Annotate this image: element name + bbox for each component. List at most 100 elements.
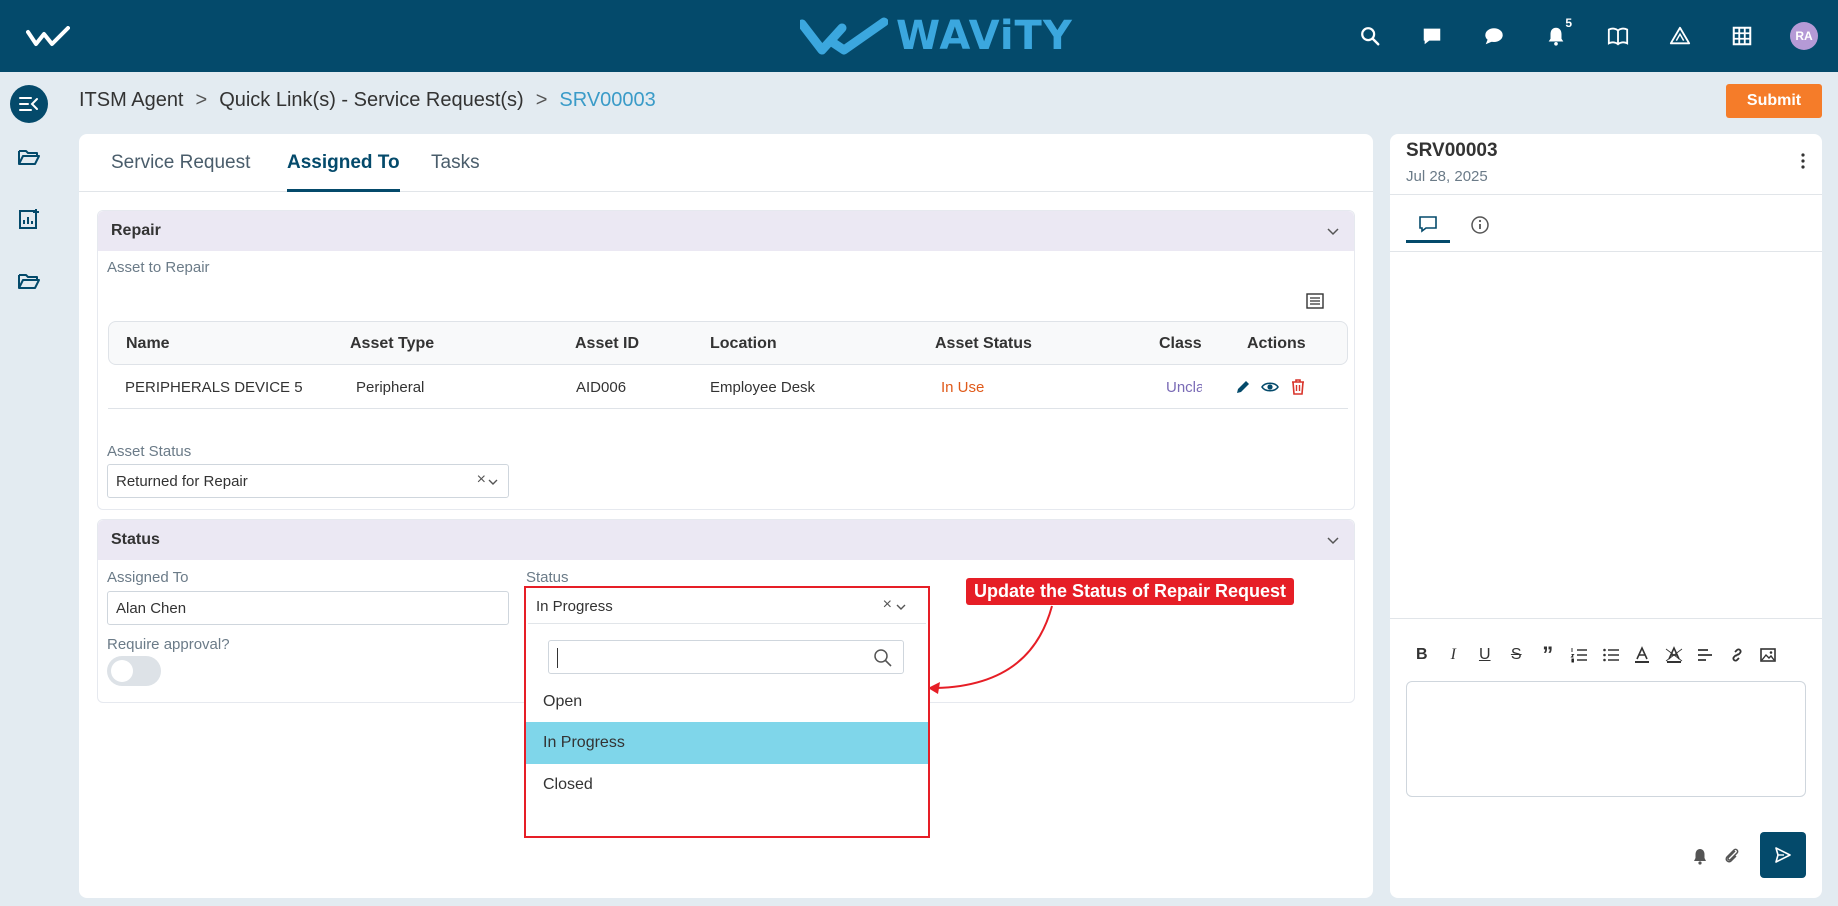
tab-assigned-to[interactable]: Assigned To	[287, 152, 400, 192]
column-header-asset-type[interactable]: Asset Type	[350, 335, 434, 353]
status-option-closed[interactable]: Closed	[526, 764, 928, 806]
column-header-asset-id[interactable]: Asset ID	[575, 335, 639, 353]
chat-bubble-icon	[1485, 28, 1503, 45]
comment-icon	[1419, 215, 1437, 233]
require-approval-toggle[interactable]	[107, 656, 161, 686]
wavity-small-logo-icon[interactable]	[26, 26, 70, 48]
edit-pencil-icon[interactable]	[1234, 378, 1252, 396]
breadcrumb-item-quick-links[interactable]: Quick Link(s) - Service Request(s)	[219, 89, 524, 112]
image-button[interactable]	[1753, 644, 1785, 666]
folder-open-icon	[18, 274, 40, 289]
column-header-class[interactable]: Class	[1159, 335, 1202, 353]
cell-class: Unclassified	[1166, 379, 1202, 396]
status-section-header[interactable]: Status	[98, 520, 1354, 560]
sidebar-toggle-button[interactable]	[10, 85, 48, 123]
search-icon	[1361, 27, 1380, 46]
chevron-down-icon[interactable]	[896, 602, 906, 612]
clear-icon[interactable]: ×	[883, 596, 892, 614]
sidebar-item-folder[interactable]	[10, 138, 48, 176]
notification-count-badge: 5	[1565, 16, 1572, 30]
column-header-name[interactable]: Name	[126, 335, 170, 353]
notifications-button[interactable]: 5	[1538, 16, 1574, 54]
sidebar-item-reports[interactable]	[10, 200, 48, 238]
chevron-down-icon[interactable]	[1326, 533, 1340, 547]
tab-tasks[interactable]: Tasks	[431, 152, 480, 192]
search-icon	[874, 649, 892, 667]
alerts-button[interactable]	[1662, 18, 1698, 54]
messages-button[interactable]	[1414, 18, 1450, 54]
strikethrough-button[interactable]: S	[1501, 644, 1533, 666]
side-panel-date: Jul 28, 2025	[1406, 168, 1488, 185]
user-menu-button[interactable]: RA	[1786, 18, 1822, 54]
column-header-asset-status[interactable]: Asset Status	[935, 335, 1032, 353]
chevron-down-icon[interactable]	[1326, 224, 1340, 238]
bullet-list-button[interactable]	[1595, 644, 1627, 666]
quote-button[interactable]: ”	[1532, 642, 1564, 667]
folder-open-icon	[18, 150, 40, 165]
highlight-button[interactable]	[1658, 644, 1690, 666]
bell-icon[interactable]	[1690, 846, 1710, 866]
link-icon	[1732, 648, 1742, 662]
side-panel-divider	[1390, 618, 1822, 619]
link-button[interactable]	[1721, 644, 1753, 666]
status-select[interactable]: In Progress ×	[528, 590, 926, 624]
list-view-icon[interactable]	[1306, 293, 1324, 309]
text-color-icon	[1635, 646, 1650, 663]
repair-section-header[interactable]: Repair	[98, 211, 1354, 251]
wavity-logo-icon	[800, 17, 888, 55]
underline-button[interactable]: U	[1469, 644, 1501, 666]
assigned-to-label: Assigned To	[107, 569, 189, 586]
status-dropdown: In Progress × Open In Progress Closed	[524, 586, 930, 838]
knowledge-button[interactable]	[1600, 18, 1636, 54]
status-search-input[interactable]	[548, 640, 904, 674]
ordered-list-button[interactable]	[1564, 644, 1596, 666]
submit-button[interactable]: Submit	[1726, 84, 1822, 118]
status-option-open[interactable]: Open	[526, 681, 928, 723]
delete-trash-icon[interactable]	[1289, 378, 1307, 396]
cell-asset-id: AID006	[576, 379, 627, 396]
apps-button[interactable]	[1724, 18, 1760, 54]
send-button[interactable]	[1760, 832, 1806, 878]
send-icon	[1775, 847, 1791, 863]
chevron-down-icon[interactable]	[488, 477, 498, 487]
tab-service-request[interactable]: Service Request	[111, 152, 250, 192]
cell-location: Employee Desk	[710, 379, 816, 396]
brand-wordmark: WAViTY	[896, 13, 1073, 59]
highlight-icon	[1665, 646, 1682, 663]
assigned-to-value: Alan Chen	[116, 600, 187, 617]
breadcrumb-item-itsm[interactable]: ITSM Agent	[79, 89, 184, 112]
status-option-in-progress[interactable]: In Progress	[526, 722, 928, 764]
book-icon	[1607, 27, 1629, 46]
chat-button[interactable]	[1476, 18, 1512, 54]
column-header-location[interactable]: Location	[710, 335, 777, 353]
asset-status-select[interactable]: Returned for Repair ×	[107, 464, 509, 498]
tab-info[interactable]	[1458, 207, 1502, 243]
side-panel-title: SRV00003	[1406, 140, 1498, 161]
cell-asset-status: In Use	[941, 379, 985, 396]
paperclip-icon[interactable]	[1722, 846, 1742, 866]
bell-icon	[1548, 27, 1564, 46]
search-button[interactable]	[1352, 18, 1388, 54]
italic-button[interactable]: I	[1438, 644, 1470, 666]
info-icon	[1471, 216, 1489, 234]
align-button[interactable]	[1690, 644, 1722, 666]
more-vertical-icon[interactable]	[1800, 152, 1806, 170]
editor-toolbar: B I U S ”	[1406, 642, 1785, 667]
view-eye-icon[interactable]	[1261, 378, 1279, 396]
cell-asset-type: Peripheral	[356, 379, 425, 396]
chat-square-icon	[1423, 28, 1441, 45]
tab-comments[interactable]	[1406, 207, 1450, 243]
image-icon	[1760, 648, 1777, 662]
assigned-to-input[interactable]: Alan Chen	[107, 591, 509, 625]
top-bar: WAViTY 5 RA	[0, 0, 1838, 72]
text-color-button[interactable]	[1627, 644, 1659, 666]
toggle-knob	[111, 660, 133, 682]
alert-triangle-icon	[1669, 26, 1691, 45]
asset-status-value: Returned for Repair	[116, 473, 248, 490]
details-side-panel: SRV00003 Jul 28, 2025 B I U S ”	[1390, 134, 1822, 898]
clear-icon[interactable]: ×	[477, 471, 486, 489]
breadcrumb-current: SRV00003	[559, 89, 656, 111]
bold-button[interactable]: B	[1406, 644, 1438, 666]
comment-editor[interactable]	[1406, 681, 1806, 797]
sidebar-item-folder-2[interactable]	[10, 262, 48, 300]
